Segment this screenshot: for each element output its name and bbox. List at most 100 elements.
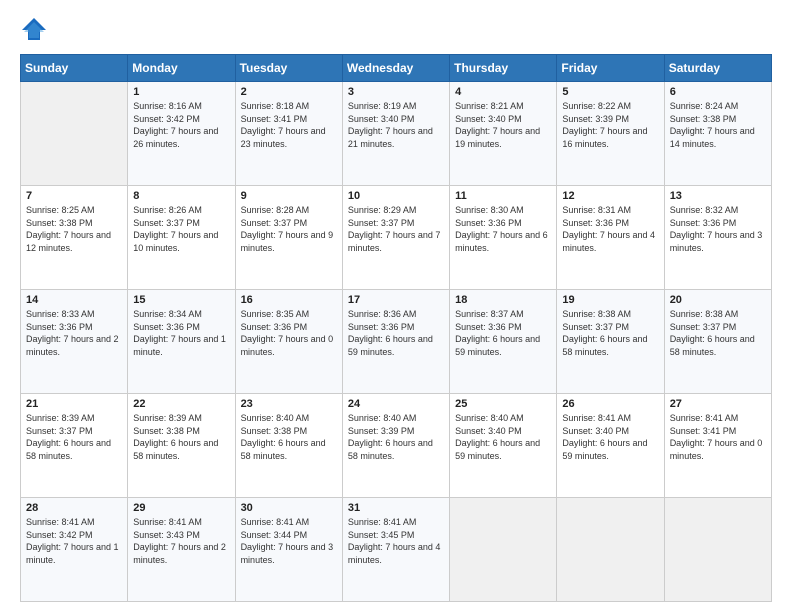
- weekday-header: Sunday: [21, 55, 128, 82]
- day-number: 7: [26, 190, 122, 202]
- day-number: 5: [562, 86, 658, 98]
- calendar-table: SundayMondayTuesdayWednesdayThursdayFrid…: [20, 54, 772, 602]
- calendar-cell: 30 Sunrise: 8:41 AMSunset: 3:44 PMDayligh…: [235, 498, 342, 602]
- calendar-cell: 18 Sunrise: 8:37 AMSunset: 3:36 PMDayligh…: [450, 290, 557, 394]
- day-info: Sunrise: 8:37 AMSunset: 3:36 PMDaylight:…: [455, 308, 551, 358]
- day-info: Sunrise: 8:41 AMSunset: 3:42 PMDaylight:…: [26, 516, 122, 566]
- weekday-header: Saturday: [664, 55, 771, 82]
- day-number: 8: [133, 190, 229, 202]
- weekday-header: Monday: [128, 55, 235, 82]
- calendar-cell: 22 Sunrise: 8:39 AMSunset: 3:38 PMDayligh…: [128, 394, 235, 498]
- day-number: 4: [455, 86, 551, 98]
- day-number: 25: [455, 398, 551, 410]
- day-info: Sunrise: 8:16 AMSunset: 3:42 PMDaylight:…: [133, 100, 229, 150]
- calendar-cell: 29 Sunrise: 8:41 AMSunset: 3:43 PMDayligh…: [128, 498, 235, 602]
- day-number: 29: [133, 502, 229, 514]
- day-info: Sunrise: 8:30 AMSunset: 3:36 PMDaylight:…: [455, 204, 551, 254]
- calendar-cell: [450, 498, 557, 602]
- calendar-cell: 19 Sunrise: 8:38 AMSunset: 3:37 PMDayligh…: [557, 290, 664, 394]
- day-number: 14: [26, 294, 122, 306]
- calendar-week-row: 1Sunrise: 8:16 AMSunset: 3:42 PMDaylight…: [21, 82, 772, 186]
- weekday-header: Wednesday: [342, 55, 449, 82]
- calendar-cell: 11 Sunrise: 8:30 AMSunset: 3:36 PMDayligh…: [450, 186, 557, 290]
- calendar-body: 1Sunrise: 8:16 AMSunset: 3:42 PMDaylight…: [21, 82, 772, 602]
- day-number: 16: [241, 294, 337, 306]
- day-info: Sunrise: 8:41 AMSunset: 3:43 PMDaylight:…: [133, 516, 229, 566]
- calendar-cell: [664, 498, 771, 602]
- calendar-cell: 15 Sunrise: 8:34 AMSunset: 3:36 PMDayligh…: [128, 290, 235, 394]
- calendar-cell: 1Sunrise: 8:16 AMSunset: 3:42 PMDaylight…: [128, 82, 235, 186]
- day-number: 10: [348, 190, 444, 202]
- day-info: Sunrise: 8:35 AMSunset: 3:36 PMDaylight:…: [241, 308, 337, 358]
- day-info: Sunrise: 8:36 AMSunset: 3:36 PMDaylight:…: [348, 308, 444, 358]
- day-number: 6: [670, 86, 766, 98]
- calendar-week-row: 7 Sunrise: 8:25 AMSunset: 3:38 PMDaylight…: [21, 186, 772, 290]
- day-number: 9: [241, 190, 337, 202]
- calendar-cell: 20 Sunrise: 8:38 AMSunset: 3:37 PMDayligh…: [664, 290, 771, 394]
- day-number: 2: [241, 86, 337, 98]
- day-info: Sunrise: 8:24 AMSunset: 3:38 PMDaylight:…: [670, 100, 766, 150]
- calendar-week-row: 14Sunrise: 8:33 AMSunset: 3:36 PMDayligh…: [21, 290, 772, 394]
- day-number: 13: [670, 190, 766, 202]
- day-number: 24: [348, 398, 444, 410]
- day-info: Sunrise: 8:40 AMSunset: 3:39 PMDaylight:…: [348, 412, 444, 462]
- calendar-cell: 3Sunrise: 8:19 AMSunset: 3:40 PMDaylight…: [342, 82, 449, 186]
- day-info: Sunrise: 8:39 AMSunset: 3:37 PMDaylight:…: [26, 412, 122, 462]
- day-number: 28: [26, 502, 122, 514]
- calendar-cell: 14Sunrise: 8:33 AMSunset: 3:36 PMDayligh…: [21, 290, 128, 394]
- calendar-cell: 27 Sunrise: 8:41 AMSunset: 3:41 PMDayligh…: [664, 394, 771, 498]
- day-number: 30: [241, 502, 337, 514]
- calendar-cell: 28 Sunrise: 8:41 AMSunset: 3:42 PMDayligh…: [21, 498, 128, 602]
- calendar-cell: 10 Sunrise: 8:29 AMSunset: 3:37 PMDayligh…: [342, 186, 449, 290]
- calendar-cell: 21 Sunrise: 8:39 AMSunset: 3:37 PMDayligh…: [21, 394, 128, 498]
- day-number: 12: [562, 190, 658, 202]
- day-info: Sunrise: 8:40 AMSunset: 3:40 PMDaylight:…: [455, 412, 551, 462]
- day-number: 27: [670, 398, 766, 410]
- calendar-week-row: 28 Sunrise: 8:41 AMSunset: 3:42 PMDayligh…: [21, 498, 772, 602]
- day-number: 20: [670, 294, 766, 306]
- day-number: 21: [26, 398, 122, 410]
- calendar-cell: 13 Sunrise: 8:32 AMSunset: 3:36 PMDayligh…: [664, 186, 771, 290]
- day-info: Sunrise: 8:41 AMSunset: 3:40 PMDaylight:…: [562, 412, 658, 462]
- day-info: Sunrise: 8:40 AMSunset: 3:38 PMDaylight:…: [241, 412, 337, 462]
- day-info: Sunrise: 8:38 AMSunset: 3:37 PMDaylight:…: [562, 308, 658, 358]
- weekday-header: Tuesday: [235, 55, 342, 82]
- day-number: 15: [133, 294, 229, 306]
- calendar-cell: 6 Sunrise: 8:24 AMSunset: 3:38 PMDaylight…: [664, 82, 771, 186]
- calendar-cell: 31Sunrise: 8:41 AMSunset: 3:45 PMDayligh…: [342, 498, 449, 602]
- day-info: Sunrise: 8:25 AMSunset: 3:38 PMDaylight:…: [26, 204, 122, 254]
- day-info: Sunrise: 8:41 AMSunset: 3:44 PMDaylight:…: [241, 516, 337, 566]
- day-info: Sunrise: 8:32 AMSunset: 3:36 PMDaylight:…: [670, 204, 766, 254]
- calendar-cell: 8Sunrise: 8:26 AMSunset: 3:37 PMDaylight…: [128, 186, 235, 290]
- calendar-cell: [557, 498, 664, 602]
- calendar-cell: 23Sunrise: 8:40 AMSunset: 3:38 PMDayligh…: [235, 394, 342, 498]
- calendar-cell: 4 Sunrise: 8:21 AMSunset: 3:40 PMDaylight…: [450, 82, 557, 186]
- day-info: Sunrise: 8:28 AMSunset: 3:37 PMDaylight:…: [241, 204, 337, 254]
- header: [20, 16, 772, 44]
- day-info: Sunrise: 8:21 AMSunset: 3:40 PMDaylight:…: [455, 100, 551, 150]
- calendar-cell: 12Sunrise: 8:31 AMSunset: 3:36 PMDayligh…: [557, 186, 664, 290]
- day-number: 3: [348, 86, 444, 98]
- weekday-header: Friday: [557, 55, 664, 82]
- day-info: Sunrise: 8:41 AMSunset: 3:45 PMDaylight:…: [348, 516, 444, 566]
- calendar-cell: 25 Sunrise: 8:40 AMSunset: 3:40 PMDayligh…: [450, 394, 557, 498]
- day-number: 22: [133, 398, 229, 410]
- calendar-cell: 9 Sunrise: 8:28 AMSunset: 3:37 PMDaylight…: [235, 186, 342, 290]
- calendar-cell: 26 Sunrise: 8:41 AMSunset: 3:40 PMDayligh…: [557, 394, 664, 498]
- weekday-row: SundayMondayTuesdayWednesdayThursdayFrid…: [21, 55, 772, 82]
- calendar-cell: 7 Sunrise: 8:25 AMSunset: 3:38 PMDaylight…: [21, 186, 128, 290]
- day-info: Sunrise: 8:34 AMSunset: 3:36 PMDaylight:…: [133, 308, 229, 358]
- day-number: 11: [455, 190, 551, 202]
- day-info: Sunrise: 8:39 AMSunset: 3:38 PMDaylight:…: [133, 412, 229, 462]
- weekday-header: Thursday: [450, 55, 557, 82]
- day-info: Sunrise: 8:29 AMSunset: 3:37 PMDaylight:…: [348, 204, 444, 254]
- logo: [20, 16, 52, 44]
- day-info: Sunrise: 8:38 AMSunset: 3:37 PMDaylight:…: [670, 308, 766, 358]
- page: SundayMondayTuesdayWednesdayThursdayFrid…: [0, 0, 792, 612]
- calendar-cell: 2 Sunrise: 8:18 AMSunset: 3:41 PMDaylight…: [235, 82, 342, 186]
- day-number: 26: [562, 398, 658, 410]
- day-number: 18: [455, 294, 551, 306]
- day-number: 19: [562, 294, 658, 306]
- day-info: Sunrise: 8:41 AMSunset: 3:41 PMDaylight:…: [670, 412, 766, 462]
- day-info: Sunrise: 8:18 AMSunset: 3:41 PMDaylight:…: [241, 100, 337, 150]
